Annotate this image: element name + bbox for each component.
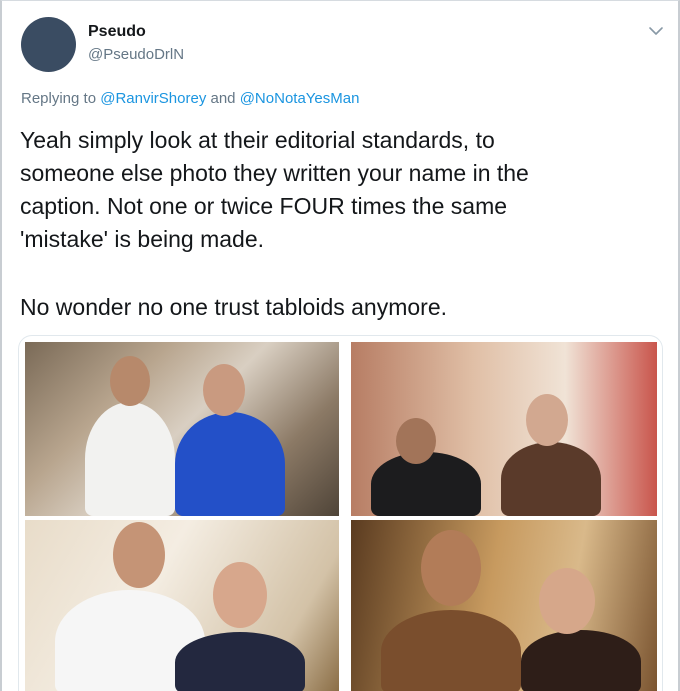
photo-figure [501,442,601,516]
replying-prefix: Replying to [21,90,97,107]
tweet-line: 'mistake' is being made. [20,226,265,252]
photo-figure [539,568,595,634]
chevron-down-icon[interactable] [646,21,666,41]
photo-figure [113,522,165,588]
tweet-text: Yeah simply look at their editorial stan… [20,124,660,256]
avatar[interactable] [21,17,76,72]
tweet-line: Yeah simply look at their editorial stan… [20,127,495,153]
photo-figure [521,630,641,691]
replying-joiner: and [210,90,236,107]
photo-2[interactable] [351,342,657,516]
photo-figure [175,632,305,691]
photo-figure [213,562,267,628]
tweet-card: Pseudo @PseudoDrlN Replying to @RanvirSh… [0,0,680,691]
tweet-line: caption. Not one or twice FOUR times the… [20,193,508,219]
photo-figure [396,418,436,464]
photo-figure [85,402,175,516]
user-handle[interactable]: @PseudoDrlN [88,46,184,63]
photo-figure [381,610,521,691]
photo-3[interactable] [25,520,339,691]
photo-figure [526,394,568,446]
mention-link-nonotayesman[interactable]: @NoNotaYesMan [240,90,360,107]
mention-link-ranvirshorey[interactable]: @RanvirShorey [100,90,206,107]
photo-figure [421,530,481,606]
photo-figure [203,364,245,416]
replying-to: Replying to @RanvirShorey and @NoNotaYes… [21,90,359,107]
photo-figure [110,356,150,406]
tweet-line: No wonder no one trust tabloids anymore. [20,294,448,320]
photo-4[interactable] [351,520,657,691]
photo-figure [371,452,481,516]
tweet-line: someone else photo they written your nam… [20,160,529,186]
photo-figure [175,412,285,516]
display-name[interactable]: Pseudo [88,23,146,41]
photo-1[interactable] [25,342,339,516]
media-grid [18,335,663,691]
